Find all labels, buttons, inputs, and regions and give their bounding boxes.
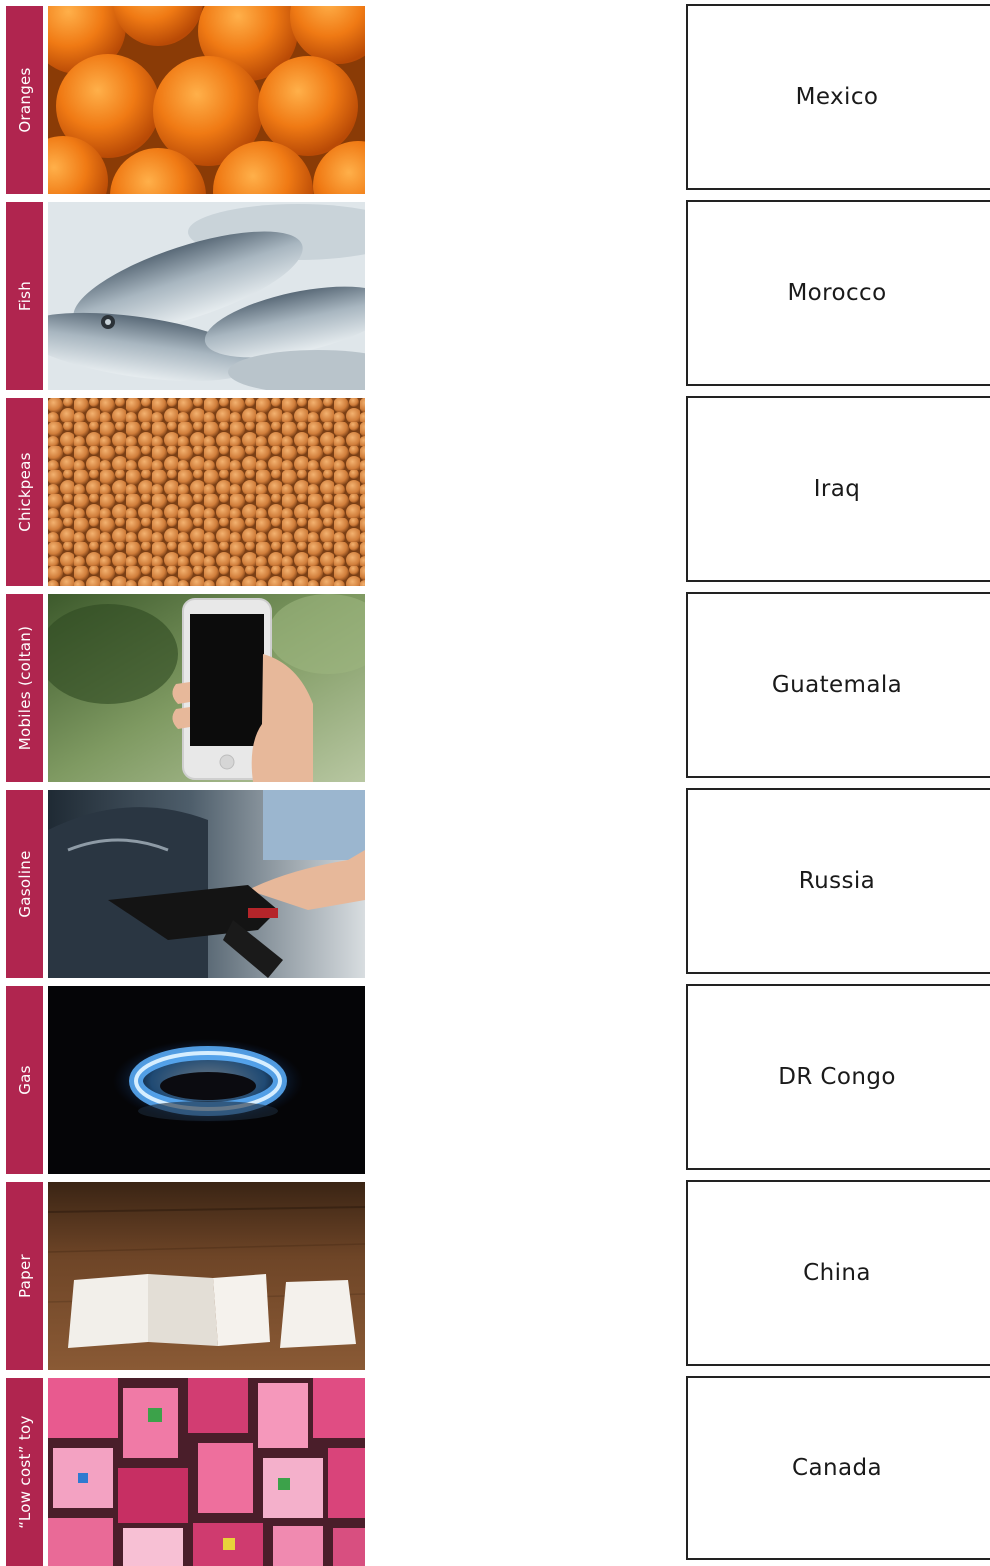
product-row-low-cost-toy: “Low cost” toy: [6, 1378, 366, 1566]
product-list: Oranges Fish Chickpeas Mobiles (coltan) …: [6, 6, 366, 1566]
product-label: Mobiles (coltan): [15, 625, 34, 751]
country-list: Mexico Morocco Iraq Guatemala Russia DR …: [686, 4, 990, 1560]
product-label-strip: Oranges: [6, 6, 43, 194]
country-label: Iraq: [813, 476, 861, 502]
product-label-strip: Paper: [6, 1182, 43, 1370]
country-label: Guatemala: [771, 672, 903, 698]
country-label: Morocco: [787, 280, 887, 306]
gas-flame-photo: [48, 986, 365, 1174]
country-box-mexico[interactable]: Mexico: [686, 4, 990, 190]
product-label-strip: Gas: [6, 986, 43, 1174]
country-label: China: [803, 1260, 871, 1286]
country-label: DR Congo: [778, 1064, 896, 1090]
country-box-iraq[interactable]: Iraq: [686, 396, 990, 582]
country-box-china[interactable]: China: [686, 1180, 990, 1366]
product-label: “Low cost” toy: [15, 1415, 34, 1529]
country-label: Mexico: [795, 84, 879, 110]
product-label: Oranges: [15, 67, 34, 133]
country-label: Russia: [798, 868, 876, 894]
product-row-fish: Fish: [6, 202, 366, 390]
product-label-strip: Mobiles (coltan): [6, 594, 43, 782]
product-row-mobiles: Mobiles (coltan): [6, 594, 366, 782]
product-label: Gasoline: [15, 850, 34, 918]
product-label: Chickpeas: [15, 452, 34, 532]
product-label-strip: Gasoline: [6, 790, 43, 978]
product-row-oranges: Oranges: [6, 6, 366, 194]
country-box-canada[interactable]: Canada: [686, 1376, 990, 1560]
country-box-russia[interactable]: Russia: [686, 788, 990, 974]
country-box-guatemala[interactable]: Guatemala: [686, 592, 990, 778]
country-box-dr-congo[interactable]: DR Congo: [686, 984, 990, 1170]
mobile-phone-photo: [48, 594, 365, 782]
chickpeas-photo: [48, 398, 365, 586]
product-row-paper: Paper: [6, 1182, 366, 1370]
oranges-photo: [48, 6, 365, 194]
product-label-strip: Chickpeas: [6, 398, 43, 586]
product-label-strip: Fish: [6, 202, 43, 390]
product-row-chickpeas: Chickpeas: [6, 398, 366, 586]
country-label: Canada: [792, 1455, 882, 1481]
toys-photo: [48, 1378, 365, 1566]
country-box-morocco[interactable]: Morocco: [686, 200, 990, 386]
product-row-gasoline: Gasoline: [6, 790, 366, 978]
fish-photo: [48, 202, 365, 390]
product-row-gas: Gas: [6, 986, 366, 1174]
product-label-strip: “Low cost” toy: [6, 1378, 43, 1566]
fuel-pump-photo: [48, 790, 365, 978]
paper-photo: [48, 1182, 365, 1370]
product-label: Paper: [15, 1254, 34, 1298]
product-label: Fish: [15, 280, 34, 312]
product-label: Gas: [15, 1065, 34, 1095]
